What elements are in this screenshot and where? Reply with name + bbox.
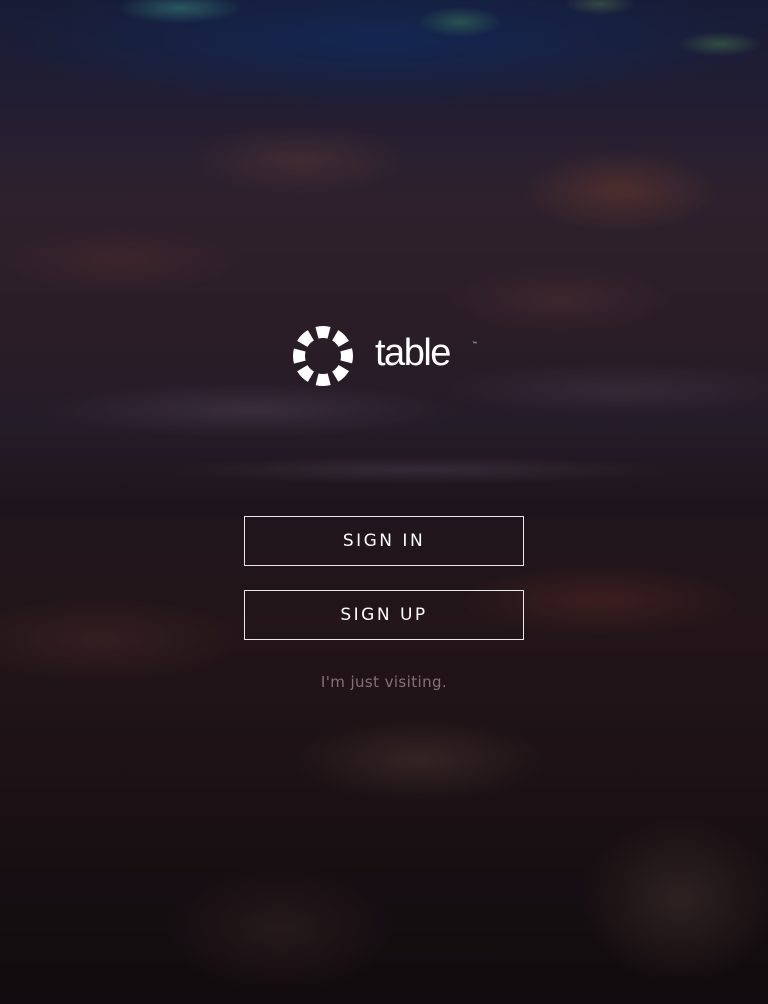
background-overlay — [0, 0, 768, 1004]
sign-in-button[interactable]: SIGN IN — [244, 516, 524, 566]
sign-up-button[interactable]: SIGN UP — [244, 590, 524, 640]
trademark-symbol: ™ — [472, 341, 477, 347]
logo-wordmark: table — [375, 332, 451, 374]
blurred-crowd-background-image: table ™ SIGN IN SIGN UP I'm just visitin… — [0, 0, 768, 1004]
app-logo: table ™ — [291, 325, 481, 387]
just-visiting-link[interactable]: I'm just visiting. — [244, 672, 524, 692]
dashed-circle-logo-icon — [293, 326, 353, 386]
